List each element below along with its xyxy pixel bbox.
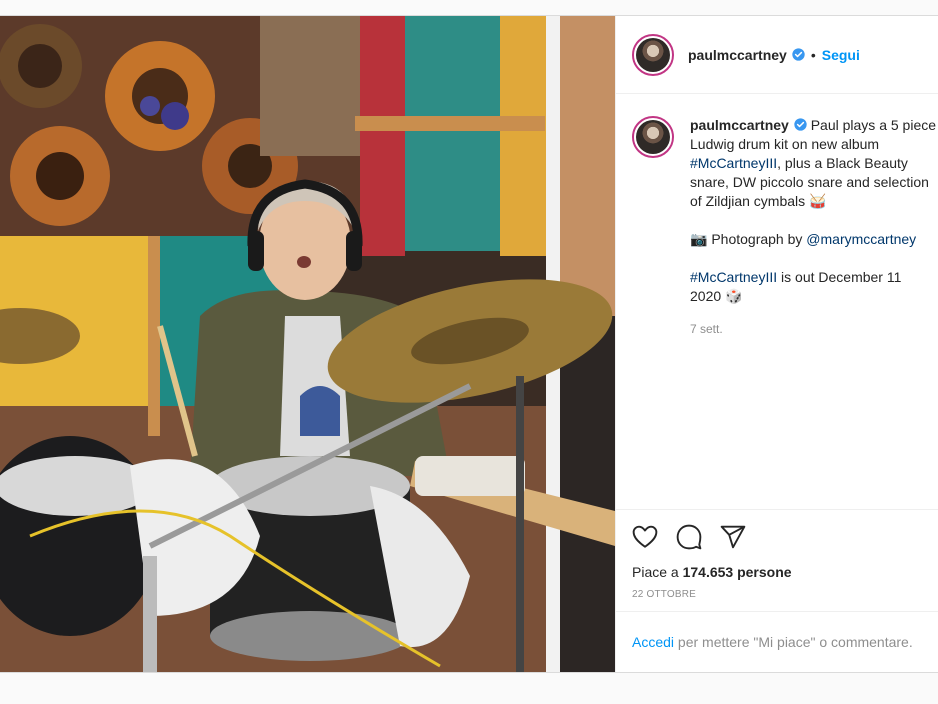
verified-badge-icon (792, 48, 805, 61)
caption-line: of Zildjian cymbals 🥁 (690, 193, 827, 209)
comment-icon[interactable] (676, 524, 702, 550)
login-link[interactable]: Accedi (632, 634, 674, 650)
verified-badge-icon (794, 118, 807, 131)
caption-body: paulmccartney Paul plays a 5 piece Ludwi… (690, 116, 938, 339)
caption-line: Ludwig drum kit on new album (690, 136, 880, 152)
hashtag-link[interactable]: #McCartneyIII (690, 269, 777, 285)
drummer-photo-illustration (0, 16, 615, 672)
release-text-2: 2020 🎲 (690, 288, 743, 304)
hashtag-link[interactable]: #McCartneyIII (690, 155, 777, 171)
likes-count[interactable]: Piace a 174.653 persone (632, 564, 923, 580)
post-header: paulmccartney • Segui (616, 16, 938, 94)
photo-credit-text: 📷 Photograph by (690, 231, 807, 247)
heart-icon[interactable] (632, 525, 658, 549)
avatar[interactable] (632, 33, 674, 76)
post-side-panel: paulmccartney • Segui paulmccartney Paul… (615, 16, 938, 672)
caption: paulmccartney Paul plays a 5 piece Ludwi… (632, 116, 938, 339)
login-prompt: Accedi per mettere "Mi piace" o commenta… (616, 611, 938, 672)
post-date: 22 OTTOBRE (632, 589, 697, 600)
post-photo[interactable] (0, 16, 615, 672)
caption-line-rest: , plus a Black Beauty (777, 155, 908, 171)
likes-number: 174.653 (682, 564, 734, 580)
page: paulmccartney • Segui paulmccartney Paul… (0, 0, 938, 704)
follow-button[interactable]: Segui (822, 47, 860, 63)
caption-line: Paul plays a 5 piece (810, 117, 937, 133)
release-text: is out December 11 (777, 269, 902, 285)
photographer-link[interactable]: @marymccartney (806, 231, 916, 247)
post-actions: Piace a 174.653 persone 22 OTTOBRE (616, 509, 938, 600)
username[interactable]: paulmccartney (688, 47, 787, 63)
separator-dot: • (810, 46, 816, 63)
action-icons (632, 524, 923, 550)
likes-prefix: Piace a (632, 564, 683, 580)
caption-line: snare, DW piccolo snare and selection (690, 174, 929, 190)
post-card: paulmccartney • Segui paulmccartney Paul… (0, 15, 938, 673)
caption-avatar[interactable] (632, 116, 674, 158)
caption-username[interactable]: paulmccartney (690, 117, 789, 133)
likes-suffix: persone (733, 564, 792, 580)
login-text: per mettere "Mi piace" o commentare. (674, 634, 913, 650)
post-time[interactable]: 7 sett. (690, 320, 938, 339)
share-icon[interactable] (720, 525, 746, 549)
